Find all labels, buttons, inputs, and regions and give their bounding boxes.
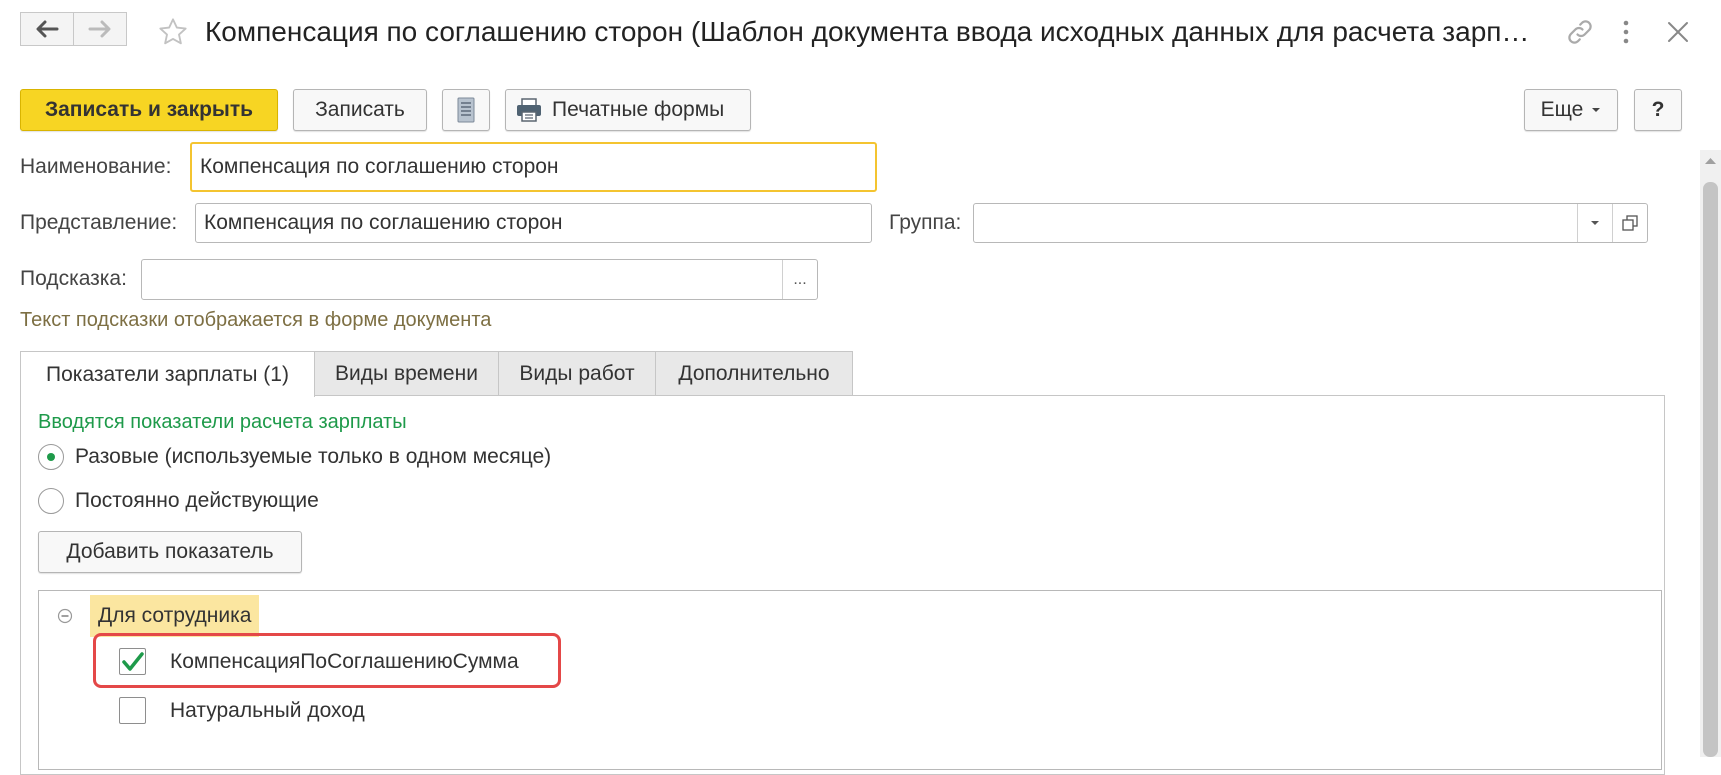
- back-button[interactable]: [20, 12, 74, 46]
- tab-salary-indicators[interactable]: Показатели зарплаты (1): [20, 351, 315, 397]
- tree-item-label: Натуральный доход: [170, 698, 365, 722]
- tree-group-employee[interactable]: Для сотрудника: [90, 595, 260, 637]
- tree-item-natural-income[interactable]: Натуральный доход: [119, 697, 365, 724]
- radio-one-time[interactable]: Разовые (используемые только в одном мес…: [38, 444, 551, 470]
- close-icon: [1668, 22, 1688, 42]
- tab-label: Виды работ: [519, 361, 635, 385]
- hint-select-button[interactable]: ...: [782, 260, 817, 299]
- arrow-right-icon: [88, 20, 111, 38]
- dropdown-arrow-icon: [1591, 221, 1599, 225]
- hint-label: Подсказка:: [20, 267, 127, 290]
- kebab-menu-icon: [1623, 20, 1629, 44]
- radio-label: Разовые (используемые только в одном мес…: [75, 445, 552, 468]
- add-indicator-button[interactable]: Добавить показатель: [38, 531, 302, 573]
- open-window-icon: [1622, 215, 1638, 231]
- group-open-button[interactable]: [1612, 204, 1647, 242]
- hint-note: Текст подсказки отображается в форме док…: [20, 309, 492, 331]
- radio-button[interactable]: [38, 444, 64, 470]
- collapse-group-button[interactable]: [57, 608, 73, 629]
- minus-circle-icon: [57, 608, 73, 624]
- highlight-annotation: [93, 633, 561, 688]
- group-label: Группа:: [889, 211, 962, 234]
- star-icon: [159, 18, 187, 45]
- scroll-up-icon: [1705, 158, 1716, 164]
- close-button[interactable]: [1665, 19, 1691, 50]
- more-menu-button[interactable]: Еще: [1524, 89, 1618, 131]
- printer-icon: [517, 98, 541, 122]
- checkbox[interactable]: [119, 697, 146, 724]
- help-button[interactable]: ?: [1634, 89, 1682, 131]
- scrollbar-thumb[interactable]: [1703, 182, 1718, 757]
- presentation-field[interactable]: Компенсация по соглашению сторон: [195, 203, 872, 243]
- hint-field[interactable]: ...: [141, 259, 818, 300]
- name-field[interactable]: Компенсация по соглашению сторон: [190, 142, 877, 192]
- tab-label: Виды времени: [335, 361, 478, 385]
- radio-permanent[interactable]: Постоянно действующие: [38, 488, 319, 514]
- tab-time-types[interactable]: Виды времени: [314, 351, 499, 395]
- more-options-button[interactable]: [1620, 17, 1632, 52]
- group-select[interactable]: [973, 203, 1648, 243]
- tab-work-types[interactable]: Виды работ: [498, 351, 656, 395]
- print-forms-label: Печатные формы: [552, 98, 725, 121]
- arrow-left-icon: [36, 20, 59, 38]
- favorite-button[interactable]: [157, 16, 189, 53]
- radio-dot: [47, 453, 55, 461]
- print-forms-button[interactable]: Печатные формы: [505, 89, 751, 131]
- group-dropdown-button[interactable]: [1577, 204, 1612, 242]
- link-icon: [1568, 20, 1592, 44]
- tab-additional[interactable]: Дополнительно: [655, 351, 853, 395]
- tab-label: Показатели зарплаты (1): [46, 362, 289, 386]
- link-button[interactable]: [1565, 17, 1595, 52]
- save-and-close-button[interactable]: Записать и закрыть: [20, 89, 278, 131]
- radio-label: Постоянно действующие: [75, 489, 319, 512]
- vertical-scrollbar[interactable]: [1700, 150, 1721, 757]
- presentation-label: Представление:: [20, 211, 178, 234]
- more-menu-label: Еще: [1540, 98, 1584, 121]
- save-button[interactable]: Записать: [293, 89, 427, 131]
- radio-button[interactable]: [38, 488, 64, 514]
- forward-button[interactable]: [73, 12, 127, 46]
- section-title: Вводятся показатели расчета зарплаты: [38, 411, 407, 433]
- dropdown-arrow-icon: [1592, 108, 1601, 112]
- tab-label: Дополнительно: [678, 361, 830, 385]
- name-label: Наименование:: [20, 155, 172, 178]
- document-list-button[interactable]: [442, 89, 490, 131]
- window-title: Компенсация по соглашению сторон (Шаблон…: [205, 16, 1535, 47]
- document-list-icon: [457, 97, 475, 123]
